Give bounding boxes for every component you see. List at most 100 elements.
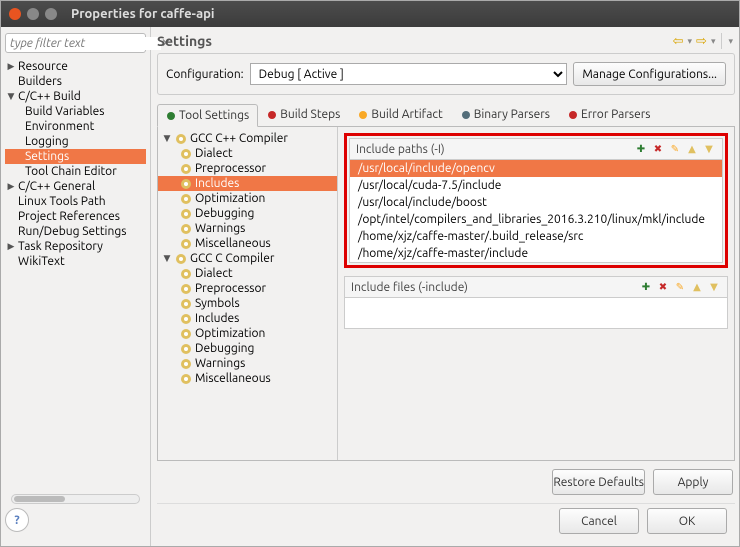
nav-item-project-references[interactable]: Project References	[5, 209, 146, 224]
delete-path-icon[interactable]: ✖	[651, 142, 665, 156]
tool-item-label: Preprocessor	[195, 162, 266, 175]
nav-item-label: Environment	[25, 120, 94, 133]
tool-gcc-c-compiler[interactable]: ▼GCC C Compiler	[158, 251, 337, 266]
move-down-icon[interactable]: ▼	[702, 142, 716, 156]
minimize-icon[interactable]	[27, 8, 39, 20]
include-files-title: Include files (-include)	[351, 281, 636, 294]
gear-icon	[180, 268, 192, 280]
include-path-item[interactable]: /usr/local/include/boost	[350, 194, 722, 211]
gear-icon	[180, 343, 192, 355]
nav-item-builders[interactable]: Builders	[5, 74, 146, 89]
help-button[interactable]: ?	[5, 508, 29, 532]
tab-label: Error Parsers	[581, 108, 651, 121]
tool-option-debugging[interactable]: Debugging	[158, 206, 337, 221]
nav-item-logging[interactable]: Logging	[5, 134, 146, 149]
nav-back-menu-icon[interactable]: ▾	[688, 36, 693, 47]
add-file-icon[interactable]: ✚	[639, 280, 653, 294]
tool-item-label: Miscellaneous	[195, 372, 271, 385]
nav-item-settings[interactable]: Settings	[5, 149, 146, 164]
nav-item-tool-chain-editor[interactable]: Tool Chain Editor	[5, 164, 146, 179]
configuration-row: Configuration: Debug [ Active ] Manage C…	[157, 53, 735, 95]
nav-item-build-variables[interactable]: Build Variables	[5, 104, 146, 119]
tool-item-label: Includes	[195, 177, 239, 190]
nav-back-icon[interactable]: ⇦	[673, 34, 684, 49]
nav-item-c-c-general[interactable]: ▶C/C++ General	[5, 179, 146, 194]
filter-box[interactable]: ✕	[5, 33, 146, 53]
tool-gcc-c-compiler[interactable]: ▼GCC C++ Compiler	[158, 131, 337, 146]
gear-icon	[180, 328, 192, 340]
tool-option-warnings[interactable]: Warnings	[158, 356, 337, 371]
tab-error-parsers[interactable]: Error Parsers	[559, 103, 660, 126]
close-icon[interactable]	[9, 8, 21, 20]
include-path-item[interactable]: /home/xjz/caffe-master/include	[350, 245, 722, 262]
include-path-item[interactable]: /usr/local/cuda-7.5/include	[350, 177, 722, 194]
nav-forward-menu-icon[interactable]: ▾	[711, 36, 716, 47]
nav-item-label: Task Repository	[18, 240, 103, 253]
include-files-list[interactable]	[345, 298, 727, 328]
tab-icon	[461, 110, 471, 120]
window-titlebar: Properties for caffe-api	[1, 1, 739, 27]
tool-option-miscellaneous[interactable]: Miscellaneous	[158, 236, 337, 251]
nav-tree: ▶ResourceBuilders▼C/C++ BuildBuild Varia…	[5, 59, 146, 490]
include-path-item[interactable]: /opt/intel/compilers_and_libraries_2016.…	[350, 211, 722, 228]
maximize-icon[interactable]	[45, 8, 57, 20]
tab-tool-settings[interactable]: Tool Settings	[157, 104, 258, 127]
nav-forward-icon[interactable]: ⇨	[696, 34, 707, 49]
tool-option-includes[interactable]: Includes	[158, 176, 337, 191]
tool-item-label: GCC C Compiler	[190, 252, 274, 265]
tool-option-dialect[interactable]: Dialect	[158, 146, 337, 161]
nav-item-environment[interactable]: Environment	[5, 119, 146, 134]
ok-button[interactable]: OK	[647, 508, 727, 534]
delete-file-icon[interactable]: ✖	[656, 280, 670, 294]
nav-item-label: Run/Debug Settings	[18, 225, 126, 238]
manage-configurations-button[interactable]: Manage Configurations...	[573, 62, 726, 86]
tool-option-optimization[interactable]: Optimization	[158, 326, 337, 341]
left-scrollbar[interactable]	[11, 494, 140, 504]
tool-option-optimization[interactable]: Optimization	[158, 191, 337, 206]
nav-menu-icon[interactable]: ▾	[728, 36, 733, 47]
nav-item-linux-tools-path[interactable]: Linux Tools Path	[5, 194, 146, 209]
restore-defaults-button[interactable]: Restore Defaults	[552, 469, 645, 495]
gear-icon	[180, 358, 192, 370]
tab-binary-parsers[interactable]: Binary Parsers	[452, 103, 559, 126]
include-path-item[interactable]: /home/xjz/caffe-master/.build_release/sr…	[350, 228, 722, 245]
nav-item-task-repository[interactable]: ▶Task Repository	[5, 239, 146, 254]
move-up-icon[interactable]: ▲	[685, 142, 699, 156]
window-title: Properties for caffe-api	[71, 7, 215, 21]
tool-option-includes[interactable]: Includes	[158, 311, 337, 326]
nav-item-label: Project References	[18, 210, 120, 223]
nav-item-c-c-build[interactable]: ▼C/C++ Build	[5, 89, 146, 104]
tool-option-warnings[interactable]: Warnings	[158, 221, 337, 236]
gear-icon	[180, 178, 192, 190]
configuration-select[interactable]: Debug [ Active ]	[250, 63, 568, 85]
cancel-button[interactable]: Cancel	[559, 508, 639, 534]
nav-item-label: Resource	[18, 60, 68, 73]
include-paths-list[interactable]: /usr/local/include/opencv/usr/local/cuda…	[350, 160, 722, 262]
nav-item-label: C/C++ General	[18, 180, 95, 193]
tab-build-steps[interactable]: Build Steps	[258, 103, 349, 126]
tab-build-artifact[interactable]: Build Artifact	[349, 103, 451, 126]
include-path-item[interactable]: /usr/local/include/opencv	[350, 160, 722, 177]
gear-icon	[180, 163, 192, 175]
nav-item-resource[interactable]: ▶Resource	[5, 59, 146, 74]
nav-item-wikitext[interactable]: WikiText	[5, 254, 146, 269]
gear-icon	[180, 238, 192, 250]
nav-item-label: C/C++ Build	[18, 90, 81, 103]
tab-icon	[358, 110, 368, 120]
nav-item-run-debug-settings[interactable]: Run/Debug Settings	[5, 224, 146, 239]
tool-option-debugging[interactable]: Debugging	[158, 341, 337, 356]
page-title: Settings	[157, 33, 671, 49]
apply-button[interactable]: Apply	[653, 469, 733, 495]
add-path-icon[interactable]: ✚	[634, 142, 648, 156]
edit-file-icon[interactable]: ✎	[673, 280, 687, 294]
edit-path-icon[interactable]: ✎	[668, 142, 682, 156]
filter-input[interactable]	[10, 37, 161, 50]
tool-item-label: Symbols	[195, 297, 240, 310]
tool-option-preprocessor[interactable]: Preprocessor	[158, 161, 337, 176]
move-down-file-icon[interactable]: ▼	[707, 280, 721, 294]
tool-option-dialect[interactable]: Dialect	[158, 266, 337, 281]
tool-option-miscellaneous[interactable]: Miscellaneous	[158, 371, 337, 386]
move-up-file-icon[interactable]: ▲	[690, 280, 704, 294]
tool-option-symbols[interactable]: Symbols	[158, 296, 337, 311]
tool-option-preprocessor[interactable]: Preprocessor	[158, 281, 337, 296]
